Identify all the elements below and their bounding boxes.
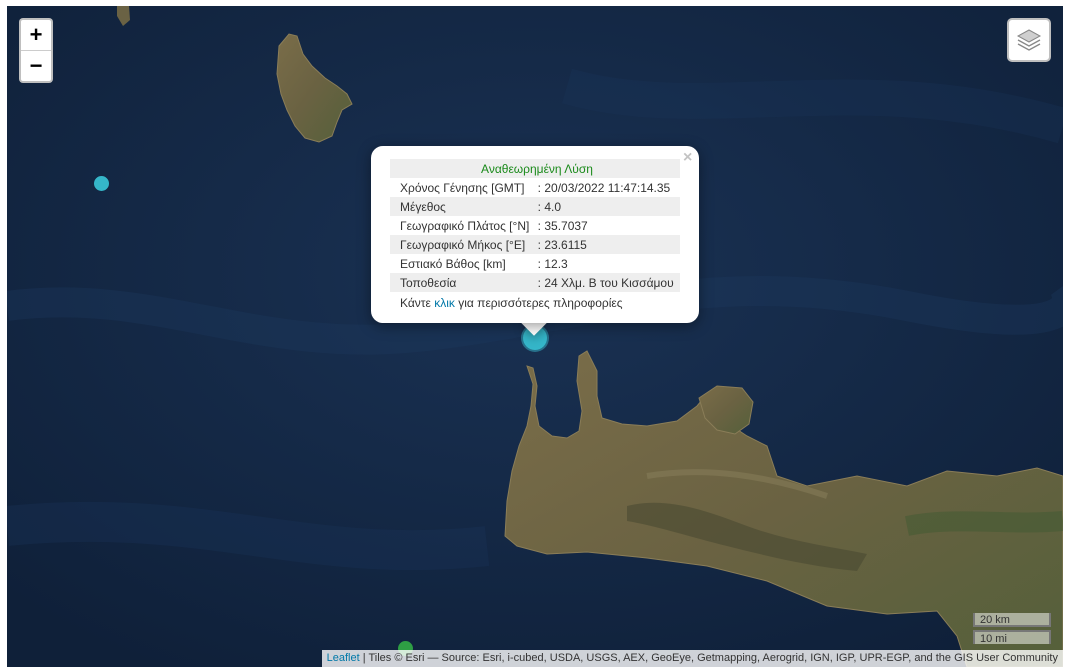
row-value: : 35.7037 bbox=[537, 218, 588, 233]
table-row: Χρόνος Γένησης [GMT] : 20/03/2022 11:47:1… bbox=[390, 178, 680, 197]
more-info-text: Κάντε κλικ για περισσότερες πληροφορίες bbox=[400, 295, 623, 310]
page-frame: + − × Αναθεωρημένη Λύση Χρόνος Γένησης [… bbox=[0, 0, 1069, 671]
layers-icon bbox=[1016, 29, 1042, 51]
popup-title: Αναθεωρημένη Λύση bbox=[390, 159, 680, 178]
table-row: Τοποθεσία: 24 Χλμ. Β του Κισσάμου bbox=[390, 273, 680, 292]
row-label: Εστιακό Βάθος [km] bbox=[400, 256, 506, 271]
table-row: Μέγεθος: 4.0 bbox=[390, 197, 680, 216]
zoom-in-button[interactable]: + bbox=[21, 20, 51, 50]
scale-imperial: 10 mi bbox=[973, 630, 1051, 645]
row-label: Γεωγραφικό Πλάτος [°N] bbox=[400, 218, 530, 233]
close-icon[interactable]: × bbox=[683, 149, 692, 167]
row-value: : 4.0 bbox=[535, 197, 680, 216]
table-row: Εστιακό Βάθος [km] : 12.3 bbox=[390, 254, 680, 273]
zoom-control: + − bbox=[19, 18, 53, 83]
table-row: Γεωγραφικό Μήκος [°E]: 23.6115 bbox=[390, 235, 680, 254]
scale-metric: 20 km bbox=[973, 613, 1051, 627]
layers-button[interactable] bbox=[1007, 18, 1051, 62]
attribution: Leaflet | Tiles © Esri — Source: Esri, i… bbox=[321, 650, 1063, 667]
row-label: Μέγεθος bbox=[390, 197, 536, 216]
row-value: : 12.3 bbox=[537, 256, 568, 271]
row-value: : 24 Χλμ. Β του Κισσάμου bbox=[535, 273, 680, 292]
table-row: Γεωγραφικό Πλάτος [°N] : 35.7037 bbox=[390, 216, 680, 235]
map-view[interactable]: + − × Αναθεωρημένη Λύση Χρόνος Γένησης [… bbox=[7, 6, 1063, 667]
row-label: Γεωγραφικό Μήκος [°E] bbox=[390, 235, 536, 254]
row-value: : 23.6115 bbox=[535, 235, 680, 254]
earthquake-marker-west[interactable] bbox=[94, 176, 109, 191]
attribution-text: | Tiles © Esri — Source: Esri, i-cubed, … bbox=[359, 652, 1058, 664]
row-value: : 20/03/2022 11:47:14.35 bbox=[537, 180, 671, 195]
zoom-out-button[interactable]: − bbox=[21, 50, 51, 81]
popup-info-table: Αναθεωρημένη Λύση Χρόνος Γένησης [GMT] : … bbox=[390, 159, 680, 312]
leaflet-link[interactable]: Leaflet bbox=[327, 652, 360, 664]
row-label: Τοποθεσία bbox=[390, 273, 536, 292]
earthquake-popup: × Αναθεωρημένη Λύση Χρόνος Γένησης [GMT]… bbox=[371, 146, 699, 323]
row-label: Χρόνος Γένησης [GMT] bbox=[400, 180, 525, 195]
more-info-link[interactable]: κλικ bbox=[434, 296, 455, 310]
